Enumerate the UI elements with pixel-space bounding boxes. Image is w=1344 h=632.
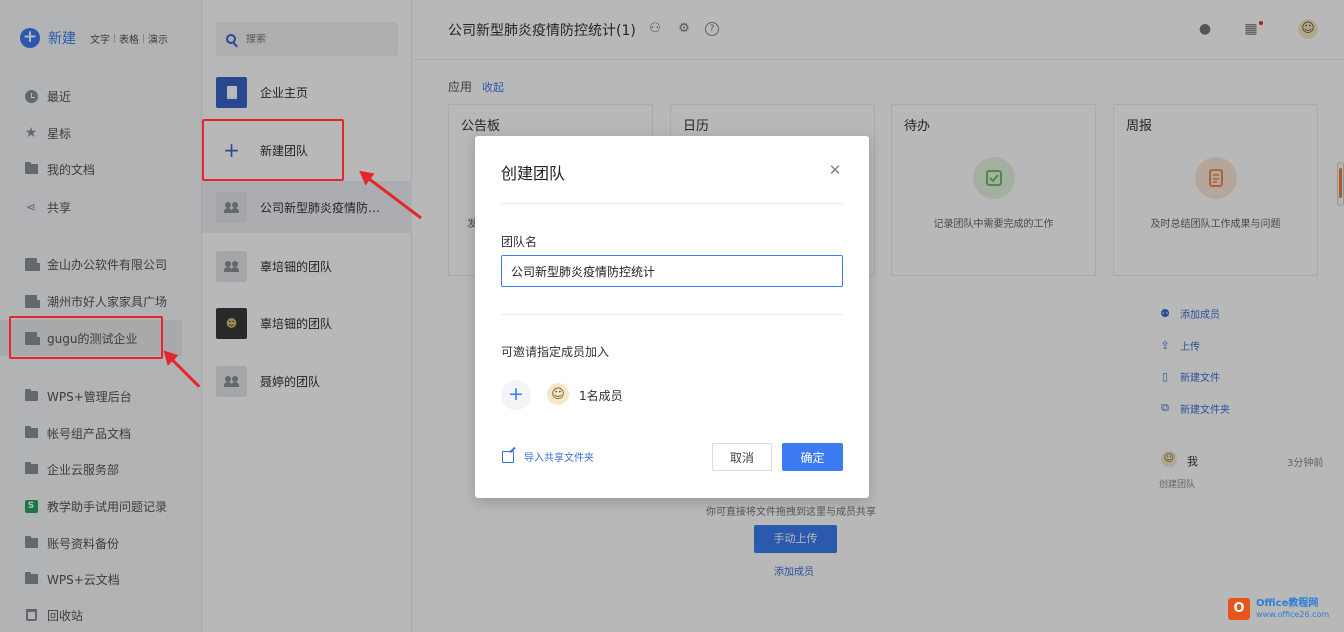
confirm-button[interactable]: 确定	[782, 443, 843, 471]
dialog-title: 创建团队	[501, 160, 565, 184]
watermark-line1: Office教程网	[1256, 598, 1329, 609]
member-count[interactable]: 1名成员	[579, 387, 623, 404]
add-member-plus-button[interactable]: +	[501, 380, 531, 410]
team-name-label: 团队名	[501, 233, 537, 250]
office-logo-icon: O	[1228, 598, 1250, 620]
watermark: O Office教程网 www.office26.com	[1228, 598, 1329, 620]
create-team-dialog: 创建团队 ✕ 团队名 可邀请指定成员加入 + ☺ 1名成员 导入共享文件夹 取消…	[475, 136, 869, 498]
avatar: ☺	[547, 383, 569, 405]
import-shared-folder-link[interactable]: 导入共享文件夹	[502, 449, 594, 464]
import-link-label: 导入共享文件夹	[524, 449, 594, 464]
annotation-box-company	[9, 316, 163, 359]
divider	[501, 314, 843, 315]
team-name-input[interactable]	[501, 255, 843, 287]
divider	[501, 203, 843, 204]
close-icon[interactable]: ✕	[827, 162, 843, 178]
edit-icon	[502, 451, 514, 463]
invite-label: 可邀请指定成员加入	[501, 343, 609, 360]
cancel-button[interactable]: 取消	[712, 443, 772, 471]
annotation-box-new-team	[202, 119, 344, 181]
watermark-line2: www.office26.com	[1256, 609, 1329, 620]
